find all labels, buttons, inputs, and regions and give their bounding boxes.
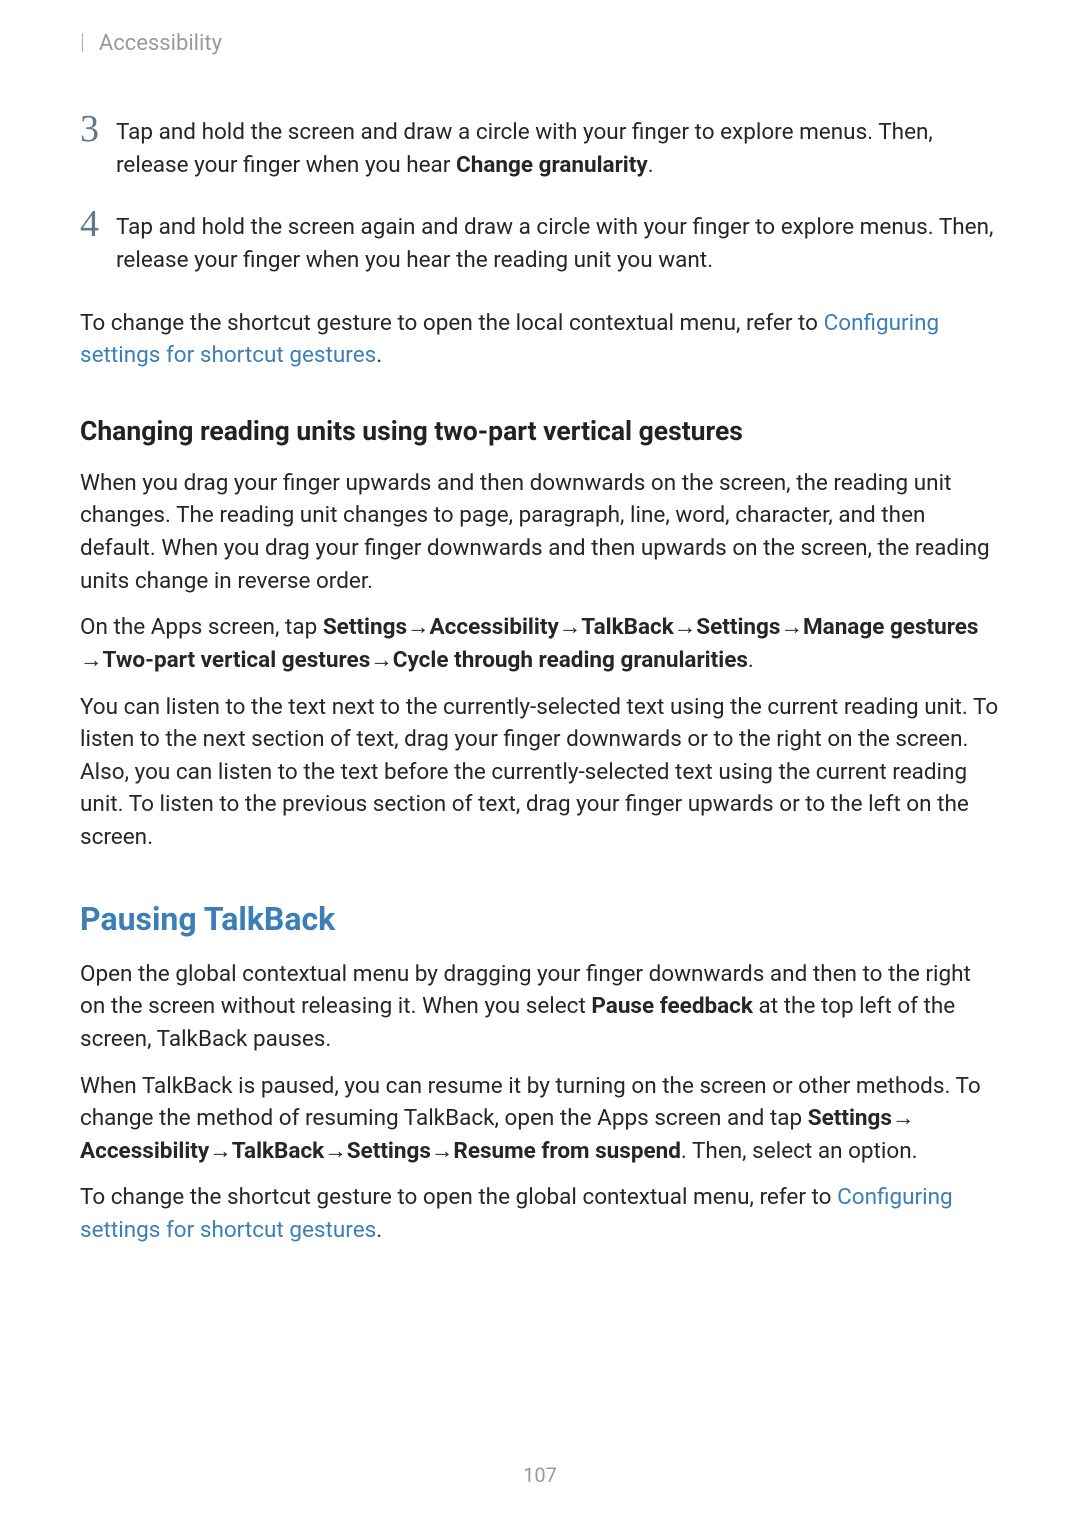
- page-number: 107: [0, 1463, 1080, 1487]
- step-number: 3: [80, 110, 116, 148]
- step-number: 4: [80, 205, 116, 243]
- step-4: 4 Tap and hold the screen again and draw…: [80, 211, 1000, 276]
- heading-pausing-talkback: Pausing TalkBack: [80, 900, 1000, 938]
- paragraph: You can listen to the text next to the c…: [80, 691, 1000, 854]
- paragraph-path: When TalkBack is paused, you can resume …: [80, 1070, 1000, 1168]
- paragraph: To change the shortcut gesture to open t…: [80, 307, 1000, 372]
- paragraph: To change the shortcut gesture to open t…: [80, 1181, 1000, 1246]
- page-header: | Accessibility: [80, 30, 1000, 56]
- paragraph-path: On the Apps screen, tap Settings → Acces…: [80, 611, 1000, 676]
- paragraph: When you drag your finger upwards and th…: [80, 467, 1000, 598]
- page-content: | Accessibility 3 Tap and hold the screen…: [0, 0, 1080, 1247]
- heading-reading-units: Changing reading units using two-part ve…: [80, 416, 1000, 447]
- section-label: Accessibility: [99, 31, 222, 56]
- step-3: 3 Tap and hold the screen and draw a cir…: [80, 116, 1000, 181]
- step-text: Tap and hold the screen and draw a circl…: [116, 116, 1000, 181]
- header-separator: |: [80, 30, 85, 55]
- paragraph: Open the global contextual menu by dragg…: [80, 958, 1000, 1056]
- step-text: Tap and hold the screen again and draw a…: [116, 211, 1000, 276]
